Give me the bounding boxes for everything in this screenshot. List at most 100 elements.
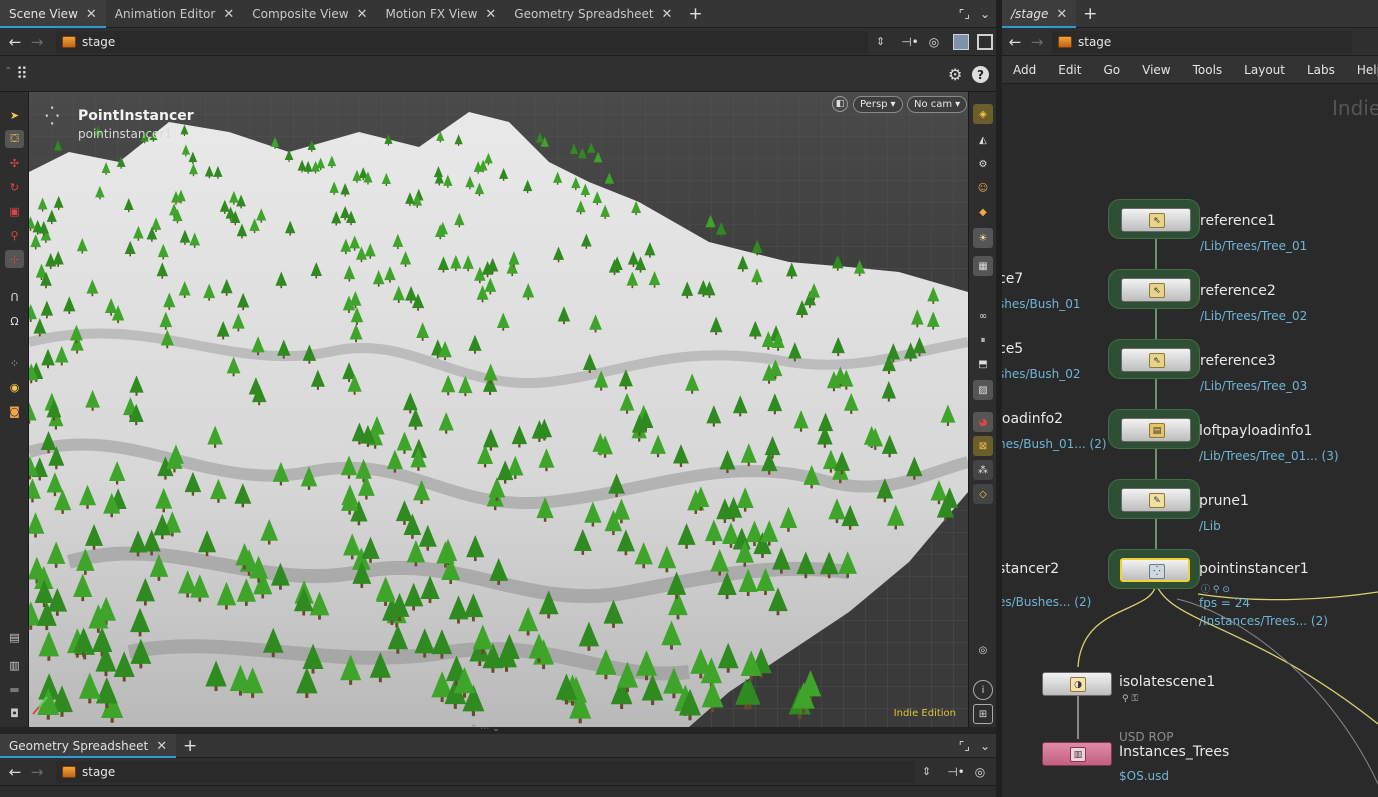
menu-view[interactable]: View	[1131, 63, 1181, 77]
node-reference2[interactable]: ⇖	[1121, 278, 1191, 302]
rotate-icon[interactable]: ↻	[5, 178, 24, 196]
scene-viewport[interactable]: ⁛ PointInstancer pointinstancer1 ◧ Persp…	[29, 92, 968, 727]
scale-icon[interactable]: ▣	[5, 202, 24, 220]
layout-grid-icon[interactable]: ⊞	[973, 704, 993, 724]
snap-icon[interactable]: Ω	[5, 312, 24, 330]
frame-icon[interactable]	[977, 33, 994, 50]
forward-arrow-icon[interactable]: →	[1026, 33, 1048, 51]
forward-arrow-icon[interactable]: →	[26, 33, 48, 51]
material-icon[interactable]: ◆	[973, 202, 993, 222]
close-icon[interactable]: ✕	[1056, 7, 1067, 22]
bounds-icon[interactable]: ⊠	[973, 436, 993, 456]
menu-labs[interactable]: Labs	[1296, 63, 1346, 77]
cube-icon[interactable]	[953, 33, 970, 50]
close-icon[interactable]: ✕	[86, 7, 97, 22]
gear-icon[interactable]: ⚙	[948, 65, 962, 84]
tab-stage-network[interactable]: /stage ✕	[1002, 0, 1077, 28]
pin-icon[interactable]: ⊣•	[901, 35, 919, 49]
close-icon[interactable]: ✕	[357, 7, 368, 22]
glasses-icon[interactable]: ∞	[973, 306, 993, 326]
ghost-icon[interactable]: ☺	[973, 178, 993, 198]
node-loftpayloadinfo1[interactable]: ▤	[1121, 418, 1191, 442]
back-arrow-icon[interactable]: ←	[4, 33, 26, 51]
particles-icon[interactable]: ⁘	[5, 354, 24, 372]
menu-go[interactable]: Go	[1092, 63, 1131, 77]
chevron-up-icon[interactable]: ⌃	[4, 66, 12, 77]
geometry-icon[interactable]: ⬒	[973, 354, 993, 374]
path-field[interactable]: stage	[1052, 30, 1352, 53]
viewport-subtitle: pointinstancer1	[78, 127, 173, 141]
path-stepper-icon[interactable]: ⇕	[876, 35, 885, 48]
camera-icon[interactable]: ◙	[5, 402, 24, 420]
camera-menu[interactable]: No cam ▾	[907, 96, 968, 113]
maximize-pane-icon[interactable]: ⌜⌟	[959, 739, 970, 753]
light-icon[interactable]: ◉	[5, 378, 24, 396]
close-icon[interactable]: ✕	[485, 7, 496, 22]
pause-icon[interactable]: ⏸	[973, 330, 993, 350]
network-editor[interactable]: Indie ⇖ reference1 /Lib/Trees/Tree_01 ⇖ …	[1002, 84, 1378, 797]
lock-select-icon[interactable]: ⛋	[5, 130, 24, 148]
menu-tools[interactable]: Tools	[1182, 63, 1234, 77]
tab-motion-fx-view[interactable]: Motion FX View ✕	[376, 0, 505, 28]
wireframe-icon[interactable]: ⚙	[973, 154, 993, 174]
shading-icon[interactable]: ◭	[973, 130, 993, 150]
light-bulb-icon[interactable]: ☀	[973, 228, 993, 248]
forward-arrow-icon[interactable]: →	[26, 763, 48, 781]
menu-help[interactable]: Help	[1346, 63, 1378, 77]
info-icon[interactable]: i	[973, 680, 993, 700]
node-reference3[interactable]: ⇖	[1121, 348, 1191, 372]
snapshot-icon[interactable]: ◎	[973, 640, 993, 660]
target-icon[interactable]: ◎	[975, 765, 985, 779]
book-icon[interactable]: ▥	[5, 656, 24, 674]
color-icon[interactable]: ◕	[973, 412, 993, 432]
close-icon[interactable]: ✕	[156, 739, 167, 754]
path-field[interactable]: stage	[56, 30, 868, 53]
video-icon[interactable]: ▬	[5, 680, 24, 698]
node-pointinstancer1[interactable]: ⁛	[1120, 558, 1190, 582]
menu-edit[interactable]: Edit	[1047, 63, 1092, 77]
select-tool-icon[interactable]: ➤	[5, 106, 24, 124]
target-icon[interactable]: ◎	[929, 35, 939, 49]
maximize-pane-icon[interactable]: ⌜⌟	[959, 7, 970, 21]
handle-icon[interactable]: ⊹	[5, 250, 24, 268]
points-icon[interactable]: ⁂	[973, 460, 993, 480]
pane-splitter[interactable]: ⌃ ⋯ ⌄	[0, 724, 996, 734]
persp-menu[interactable]: Persp ▾	[853, 96, 903, 113]
add-tab-icon[interactable]: +	[1076, 0, 1104, 27]
chevron-down-icon[interactable]: ⌄	[980, 739, 990, 753]
background-icon[interactable]: ▨	[973, 380, 993, 400]
path-stepper-icon[interactable]: ⇕	[922, 765, 931, 778]
back-arrow-icon[interactable]: ←	[4, 763, 26, 781]
add-tab-icon[interactable]: +	[176, 734, 204, 758]
pin-icon[interactable]: ⊣•	[947, 765, 965, 779]
normals-icon[interactable]: ◇	[973, 484, 993, 504]
help-icon[interactable]: ?	[972, 66, 989, 83]
pose-icon[interactable]: ⚲	[5, 226, 24, 244]
magnet-icon[interactable]: Ո	[5, 288, 24, 306]
tab-composite-view[interactable]: Composite View ✕	[243, 0, 376, 28]
add-tab-icon[interactable]: +	[681, 0, 709, 27]
tab-scene-view[interactable]: Scene View ✕	[0, 0, 106, 28]
path-field[interactable]: stage	[56, 760, 914, 783]
transform-icon[interactable]: ✣	[5, 154, 24, 172]
grid-dots-icon[interactable]: ⠿	[16, 64, 28, 83]
chevron-down-icon[interactable]: ⌄	[980, 7, 990, 21]
record-icon[interactable]: ◘	[5, 704, 24, 722]
menu-layout[interactable]: Layout	[1233, 63, 1296, 77]
viewport-options-icon[interactable]: ◧	[832, 96, 848, 112]
node-prune1[interactable]: ✎	[1121, 488, 1191, 512]
close-icon[interactable]: ✕	[223, 7, 234, 22]
back-arrow-icon[interactable]: ←	[1004, 33, 1026, 51]
node-isolatescene1[interactable]: ◑	[1042, 672, 1112, 696]
menu-add[interactable]: Add	[1002, 63, 1047, 77]
node-reference1[interactable]: ⇖	[1121, 208, 1191, 232]
close-icon[interactable]: ✕	[662, 7, 673, 22]
node-fps: fps = 24	[1199, 596, 1251, 610]
tab-animation-editor[interactable]: Animation Editor ✕	[106, 0, 243, 28]
film-icon[interactable]: ▤	[5, 628, 24, 646]
display-options-icon[interactable]: ◈	[973, 104, 993, 124]
tab-geometry-spreadsheet[interactable]: Geometry Spreadsheet ✕	[505, 0, 681, 28]
texture-icon[interactable]: ▦	[973, 256, 993, 276]
tab-geometry-spreadsheet-bottom[interactable]: Geometry Spreadsheet ✕	[0, 734, 177, 758]
node-instances-trees[interactable]: ▥	[1042, 742, 1112, 766]
